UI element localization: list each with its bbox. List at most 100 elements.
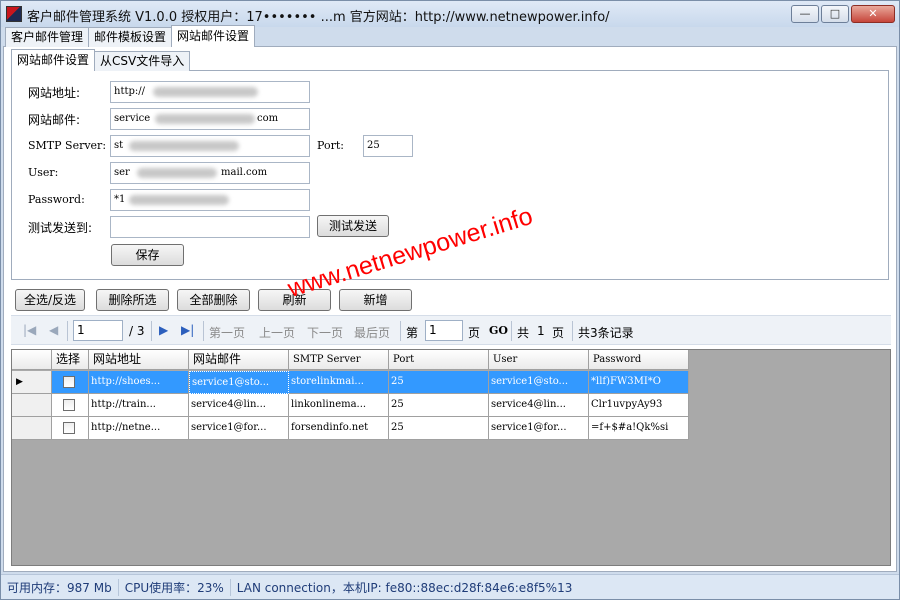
column-header-user[interactable]: User (489, 350, 589, 370)
site-url-field[interactable]: http:// (110, 81, 310, 103)
pagination-bar: |◀ ◀ 1 / 3 ▶ ▶| 第一页 上一页 下一页 最后页 第 1 页 GO… (11, 315, 891, 345)
cell-site-url[interactable]: http://netne... (89, 417, 189, 440)
row-checkbox[interactable] (63, 422, 75, 434)
close-button[interactable]: ✕ (851, 5, 895, 23)
minimize-button[interactable]: — (791, 5, 819, 23)
prev-page-link[interactable]: 上一页 (259, 324, 295, 341)
column-header-port[interactable]: Port (389, 350, 489, 370)
tab-customer-mail[interactable]: 客户邮件管理 (5, 27, 90, 47)
window-title: 客户邮件管理系统 V1.0.0 授权用户：17••••••• ...m 官方网站… (27, 10, 610, 25)
port-label: Port: (317, 139, 344, 152)
next-page-link[interactable]: 下一页 (307, 324, 343, 341)
cell-site-url[interactable]: http://train... (89, 394, 189, 417)
site-url-label: 网站地址: (28, 86, 81, 100)
tab-site-mail[interactable]: 网站邮件设置 (11, 49, 96, 71)
cell-site-mail[interactable]: service1@sto... (189, 371, 289, 394)
row-header-corner (12, 350, 52, 370)
site-url-value: http:// (114, 86, 145, 97)
pager-separator (400, 321, 401, 341)
row-checkbox[interactable] (63, 399, 75, 411)
row-header[interactable] (12, 394, 52, 417)
cell-smtp[interactable]: linkonlinema... (289, 394, 389, 417)
network-status: LAN connection，本机IP: fe80::88ec:d28f:84e… (236, 580, 573, 595)
cell-port[interactable]: 25 (389, 417, 489, 440)
cell-site-url[interactable]: http://shoes... (89, 371, 189, 394)
outer-tab-strip: 客户邮件管理 邮件模板设置 网站邮件设置 (5, 25, 256, 47)
title-bar[interactable]: 客户邮件管理系统 V1.0.0 授权用户：17••••••• ...m 官方网站… (1, 1, 899, 27)
cell-smtp[interactable]: storelinkmai... (289, 371, 389, 394)
last-page-link[interactable]: 最后页 (354, 324, 390, 341)
data-grid: 选择 网站地址 网站邮件 SMTP Server Port User Passw… (11, 349, 891, 566)
app-window: 客户邮件管理系统 V1.0.0 授权用户：17••••••• ...m 官方网站… (0, 0, 900, 600)
delete-all-button[interactable]: 全部删除 (177, 289, 250, 311)
site-mail-label: 网站邮件: (28, 113, 81, 127)
test-send-to-field[interactable] (110, 216, 310, 238)
cell-user[interactable]: service1@for... (489, 417, 589, 440)
table-row[interactable]: http://netne... service1@for... forsendi… (12, 417, 689, 440)
prev-page-icon[interactable]: ◀ (49, 323, 58, 337)
redaction (137, 168, 217, 178)
site-mail-value: service (114, 113, 151, 124)
tab-csv-import[interactable]: 从CSV文件导入 (94, 51, 191, 71)
cell-password[interactable]: Clr1uvpyAy93 (589, 394, 689, 417)
tab-mail-template[interactable]: 邮件模板设置 (88, 27, 173, 47)
page-number-input[interactable]: 1 (73, 320, 123, 341)
app-logo-icon (6, 6, 22, 22)
smtp-field[interactable]: st (110, 135, 310, 157)
smtp-label: SMTP Server: (28, 139, 107, 152)
current-row-arrow-icon: ▶ (12, 371, 52, 394)
pager-separator (67, 321, 68, 341)
test-send-to-label: 测试发送到: (28, 221, 93, 235)
cell-smtp[interactable]: forsendinfo.net (289, 417, 389, 440)
column-header-site-url[interactable]: 网站地址 (89, 350, 189, 370)
table-row[interactable]: ▶ http://shoes... service1@sto... storel… (12, 371, 689, 394)
user-suffix: mail.com (221, 167, 268, 178)
cell-port[interactable]: 25 (389, 394, 489, 417)
save-button[interactable]: 保存 (111, 244, 184, 266)
select-all-button[interactable]: 全选/反选 (15, 289, 85, 311)
add-button[interactable]: 新增 (339, 289, 412, 311)
total-pages-label: / 3 (129, 324, 145, 338)
cell-user[interactable]: service4@lin... (489, 394, 589, 417)
user-value: ser (114, 167, 130, 178)
goto-suffix: 页 (468, 326, 481, 340)
redaction (153, 87, 258, 97)
password-field[interactable]: *1 (110, 189, 310, 211)
row-checkbox[interactable] (63, 376, 75, 388)
test-send-button[interactable]: 测试发送 (317, 215, 389, 237)
status-bar: 可用内存：987 Mb CPU使用率：23% LAN connection，本机… (1, 574, 899, 599)
tab-site-mail-settings[interactable]: 网站邮件设置 (171, 25, 256, 47)
goto-prefix: 第 (406, 326, 419, 340)
delete-selected-button[interactable]: 删除所选 (96, 289, 169, 311)
user-field[interactable]: ser mail.com (110, 162, 310, 184)
site-mail-field[interactable]: service com (110, 108, 310, 130)
column-header-password[interactable]: Password (589, 350, 689, 370)
cell-password[interactable]: *llf)FW3MI*O (589, 371, 689, 394)
memory-status: 可用内存：987 Mb (1, 578, 119, 596)
column-header-select[interactable]: 选择 (52, 350, 89, 370)
redaction (129, 141, 239, 151)
maximize-button[interactable]: □ (821, 5, 849, 23)
cell-site-mail[interactable]: service4@lin... (189, 394, 289, 417)
table-row[interactable]: http://train... service4@lin... linkonli… (12, 394, 689, 417)
first-page-icon[interactable]: |◀ (23, 323, 36, 337)
password-label: Password: (28, 193, 85, 206)
total-page-count: 1 (537, 324, 545, 338)
first-page-link[interactable]: 第一页 (209, 324, 245, 341)
inner-tab-strip: 网站邮件设置 从CSV文件导入 (11, 49, 191, 71)
port-field[interactable]: 25 (363, 135, 413, 157)
cell-user[interactable]: service1@sto... (489, 371, 589, 394)
column-header-site-mail[interactable]: 网站邮件 (189, 350, 289, 370)
last-page-icon[interactable]: ▶| (181, 323, 194, 337)
row-header[interactable] (12, 417, 52, 440)
cell-password[interactable]: =f+$#a!Qk%si (589, 417, 689, 440)
cell-site-mail[interactable]: service1@for... (189, 417, 289, 440)
pager-separator (572, 321, 573, 341)
column-header-smtp[interactable]: SMTP Server (289, 350, 389, 370)
user-label: User: (28, 166, 59, 179)
goto-page-input[interactable]: 1 (425, 320, 463, 341)
go-button[interactable]: GO (489, 324, 508, 337)
next-page-icon[interactable]: ▶ (159, 323, 168, 337)
cell-port[interactable]: 25 (389, 371, 489, 394)
smtp-value: st (114, 140, 124, 151)
